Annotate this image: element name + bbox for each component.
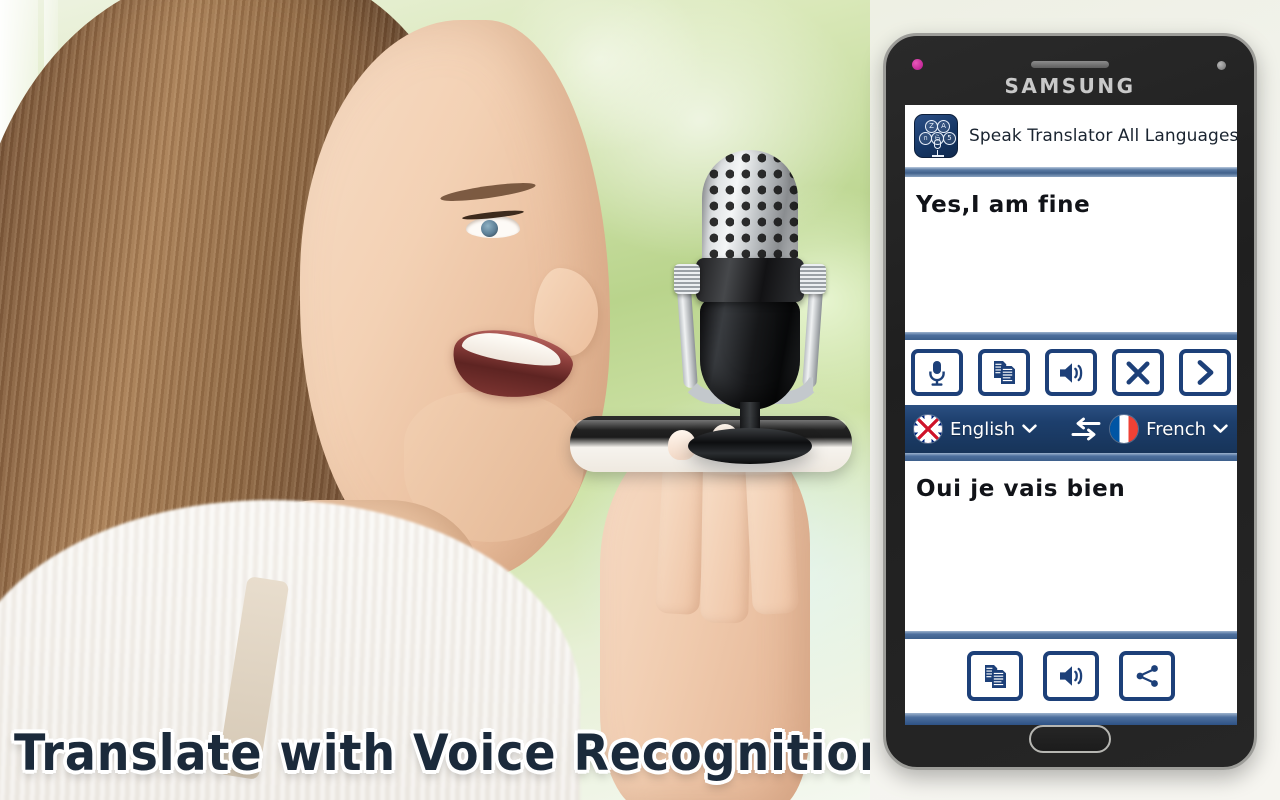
earpiece-speaker bbox=[1031, 61, 1109, 68]
notification-led bbox=[912, 59, 923, 70]
source-action-bar bbox=[905, 340, 1237, 405]
app-title: Speak Translator All Languages bbox=[969, 126, 1237, 146]
source-divider bbox=[905, 332, 1237, 340]
source-language-selector[interactable]: English bbox=[914, 415, 1062, 443]
language-selector-bar: English French bbox=[905, 405, 1237, 453]
speak-translation-button[interactable] bbox=[1043, 651, 1099, 701]
translated-text-area[interactable]: Oui je vais bien bbox=[905, 461, 1237, 631]
source-language-label: English bbox=[950, 418, 1015, 440]
microphone-icon bbox=[929, 360, 945, 386]
proximity-sensor-icon bbox=[1217, 61, 1226, 70]
translate-button[interactable] bbox=[1179, 349, 1231, 396]
screen-bottom-bar bbox=[905, 713, 1237, 725]
copy-button[interactable] bbox=[978, 349, 1030, 396]
speak-button[interactable] bbox=[1045, 349, 1097, 396]
microphone-body bbox=[700, 298, 800, 410]
speaker-icon bbox=[1059, 666, 1082, 686]
microphone-knob bbox=[800, 264, 826, 294]
target-language-label: French bbox=[1146, 418, 1206, 440]
app-header: Z A ก ら 5 Speak Translator All Languages bbox=[905, 105, 1237, 167]
phone-brand-label: SAMSUNG bbox=[1004, 74, 1136, 98]
share-button[interactable] bbox=[1119, 651, 1175, 701]
home-button[interactable] bbox=[1029, 725, 1111, 753]
copy-translation-button[interactable] bbox=[967, 651, 1023, 701]
source-text: Yes,I am fine bbox=[916, 192, 1091, 218]
microphone-collar bbox=[696, 258, 804, 302]
source-text-area[interactable]: Yes,I am fine bbox=[905, 177, 1237, 332]
phone-screen: Z A ก ら 5 Speak Translator All Languages… bbox=[905, 105, 1237, 725]
france-flag-icon bbox=[1110, 415, 1139, 443]
microphone-button[interactable] bbox=[911, 349, 963, 396]
target-language-selector[interactable]: French bbox=[1110, 415, 1228, 443]
logo-node: 5 bbox=[943, 132, 956, 145]
screenshot-root: Translate with Voice Recognition SAMSUNG… bbox=[0, 0, 1280, 800]
promo-caption: Translate with Voice Recognition bbox=[14, 724, 893, 782]
translation-action-bar bbox=[905, 639, 1237, 713]
chevron-down-icon[interactable] bbox=[1213, 424, 1228, 434]
copy-icon bbox=[994, 361, 1015, 384]
close-icon bbox=[1126, 361, 1150, 384]
logo-microphone-icon bbox=[932, 139, 944, 157]
swap-arrows-icon[interactable] bbox=[1071, 417, 1101, 441]
copy-icon bbox=[985, 664, 1006, 688]
uk-flag-icon bbox=[914, 415, 942, 443]
header-divider bbox=[905, 167, 1237, 177]
clear-button[interactable] bbox=[1112, 349, 1164, 396]
background-photo bbox=[0, 0, 880, 800]
share-icon bbox=[1136, 665, 1158, 687]
microphone-base bbox=[688, 428, 812, 464]
microphone-knob bbox=[674, 264, 700, 294]
woman-iris bbox=[481, 220, 498, 237]
retro-microphone-icon bbox=[660, 150, 840, 476]
samsung-phone-mockup: SAMSUNG Z A ก ら 5 Speak Translator All L… bbox=[883, 33, 1257, 770]
chevron-right-icon bbox=[1197, 360, 1214, 385]
chevron-down-icon[interactable] bbox=[1022, 424, 1037, 434]
language-bar-divider bbox=[905, 453, 1237, 461]
translation-divider bbox=[905, 631, 1237, 639]
app-logo-icon: Z A ก ら 5 bbox=[914, 114, 958, 158]
speaker-icon bbox=[1059, 362, 1082, 383]
translated-text: Oui je vais bien bbox=[916, 476, 1126, 502]
